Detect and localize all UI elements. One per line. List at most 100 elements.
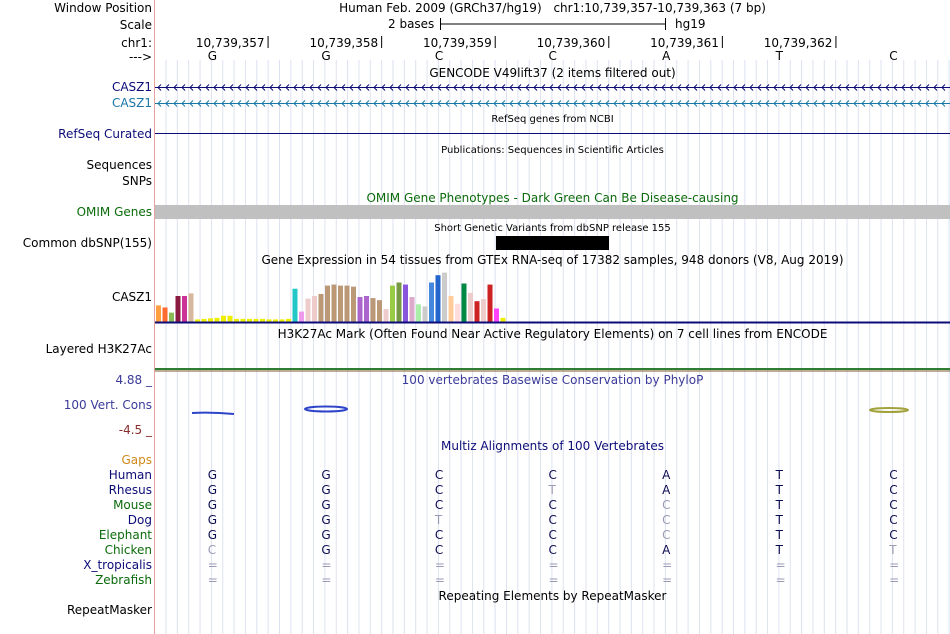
alignment-base: G [321, 543, 331, 557]
gtex-bar[interactable] [344, 285, 350, 322]
gtex-bar[interactable] [325, 285, 330, 322]
gtex-bar[interactable] [487, 284, 493, 322]
species-label[interactable]: Elephant [99, 528, 152, 542]
gtex-bar[interactable] [357, 297, 363, 322]
repeatmasker-label[interactable]: RepeatMasker [67, 603, 152, 617]
gencode-label-1[interactable]: CASZ1 [112, 80, 152, 94]
gtex-bar[interactable] [474, 301, 480, 322]
window-position-label: Window Position [54, 1, 152, 15]
gtex-bar[interactable] [455, 303, 460, 322]
gtex-bar[interactable] [364, 296, 369, 322]
alignment-base: G [207, 513, 218, 527]
phylop-label[interactable]: 100 Vert. Cons [64, 398, 152, 412]
strand-label: ---> [128, 50, 152, 64]
alignment-base: = [207, 558, 218, 572]
track-area[interactable]: Human Feb. 2009 (GRCh37/hg19) chr1:10,73… [155, 0, 950, 634]
gtex-bar[interactable] [396, 282, 402, 322]
alignment-base: C [434, 528, 444, 542]
gtex-bar[interactable] [156, 305, 161, 322]
multiz-title: Multiz Alignments of 100 Vertebrates [440, 439, 665, 453]
dbsnp-label[interactable]: Common dbSNP(155) [23, 236, 152, 250]
gtex-bar[interactable] [208, 318, 213, 322]
gtex-bar[interactable] [162, 307, 168, 322]
genome-browser-image[interactable]: Window Position Scale chr1: ---> CASZ1 C… [0, 0, 950, 634]
gtex-bar[interactable] [481, 299, 486, 322]
gtex-bar[interactable] [331, 284, 337, 322]
omim-gene-bar[interactable] [155, 205, 950, 219]
gtex-bar[interactable] [461, 283, 467, 322]
h3k27ac-title: H3K27Ac Mark (Often Found Near Active Re… [277, 327, 828, 341]
gtex-bar[interactable] [227, 315, 233, 322]
gtex-bar[interactable] [221, 315, 226, 322]
gtex-bar[interactable] [169, 312, 174, 322]
gtex-bar[interactable] [182, 296, 187, 322]
gencode-label-2[interactable]: CASZ1 [112, 96, 152, 110]
chrom-label: chr1: [121, 36, 152, 50]
gtex-bar[interactable] [188, 293, 194, 322]
position-text: chr1:10,739,357-10,739,363 (7 bp) [553, 1, 766, 15]
gtex-bar[interactable] [299, 311, 304, 322]
sequences-label[interactable]: Sequences [87, 158, 152, 172]
alignment-base: T [775, 468, 783, 482]
species-label[interactable]: Human [109, 468, 152, 482]
reference-base: C [548, 49, 557, 63]
snps-label[interactable]: SNPs [122, 174, 152, 188]
gtex-bar[interactable] [390, 285, 395, 322]
omim-label[interactable]: OMIM Genes [77, 205, 152, 219]
gtex-bar[interactable] [500, 317, 506, 322]
gtex-bar[interactable] [305, 298, 311, 322]
h3k27ac-label[interactable]: Layered H3K27Ac [46, 342, 152, 356]
alignment-base: G [321, 528, 331, 542]
dbsnp-variant[interactable] [496, 236, 609, 250]
alignment-base: C [548, 543, 557, 557]
alignment-base: G [207, 483, 218, 497]
db-text: hg19 [675, 17, 706, 31]
gtex-bar[interactable] [435, 275, 441, 322]
alignment-base: = [662, 558, 673, 572]
gtex-bar[interactable] [370, 298, 376, 322]
gtex-bar[interactable] [422, 306, 428, 322]
alignment-base: C [548, 468, 557, 482]
gtex-bar[interactable] [175, 296, 181, 322]
gtex-bar[interactable] [318, 293, 324, 322]
alignment-base: T [775, 543, 783, 557]
species-label[interactable]: Mouse [113, 498, 152, 512]
gtex-bar[interactable] [448, 296, 454, 322]
gtex-bar[interactable] [214, 317, 220, 322]
gtex-label[interactable]: CASZ1 [112, 290, 152, 304]
phylop-signal-2 [304, 405, 348, 413]
gtex-bar[interactable] [377, 300, 382, 322]
gtex-bar[interactable] [409, 297, 415, 322]
gtex-bar[interactable] [351, 286, 356, 322]
species-label[interactable]: Zebrafish [95, 573, 152, 587]
gtex-bar[interactable] [468, 292, 473, 322]
refseq-label[interactable]: RefSeq Curated [58, 127, 152, 141]
alignment-base: T [889, 543, 897, 557]
repeatmasker-title: Repeating Elements by RepeatMasker [438, 589, 667, 603]
reference-base: G [207, 49, 218, 63]
species-label[interactable]: Dog [128, 513, 152, 527]
alignment-base: T [775, 483, 783, 497]
alignment-base: A [662, 468, 671, 482]
species-label[interactable]: Rhesus [109, 483, 152, 497]
species-label[interactable]: Chicken [105, 543, 152, 557]
alignment-base: A [662, 483, 671, 497]
gtex-bar[interactable] [429, 282, 434, 322]
gtex-bar[interactable] [312, 296, 317, 322]
gtex-bar[interactable] [338, 285, 343, 322]
gtex-bar[interactable] [292, 288, 298, 322]
alignment-base: = [889, 573, 900, 587]
gtex-bar[interactable] [494, 308, 499, 322]
gencode-gene-lines [155, 84, 950, 107]
gtex-bar[interactable] [403, 284, 408, 322]
refseq-title: RefSeq genes from NCBI [491, 114, 614, 125]
gtex-bar[interactable] [416, 304, 421, 322]
gtex-bar[interactable] [442, 272, 447, 322]
alignment-base: G [207, 528, 218, 542]
species-label[interactable]: X_tropicalis [83, 558, 152, 572]
alignment-base: C [889, 468, 898, 482]
reference-base: G [321, 49, 331, 63]
alignment-base: G [321, 498, 331, 512]
omim-title: OMIM Gene Phenotypes - Dark Green Can Be… [366, 191, 739, 205]
gtex-bar[interactable] [383, 309, 389, 322]
